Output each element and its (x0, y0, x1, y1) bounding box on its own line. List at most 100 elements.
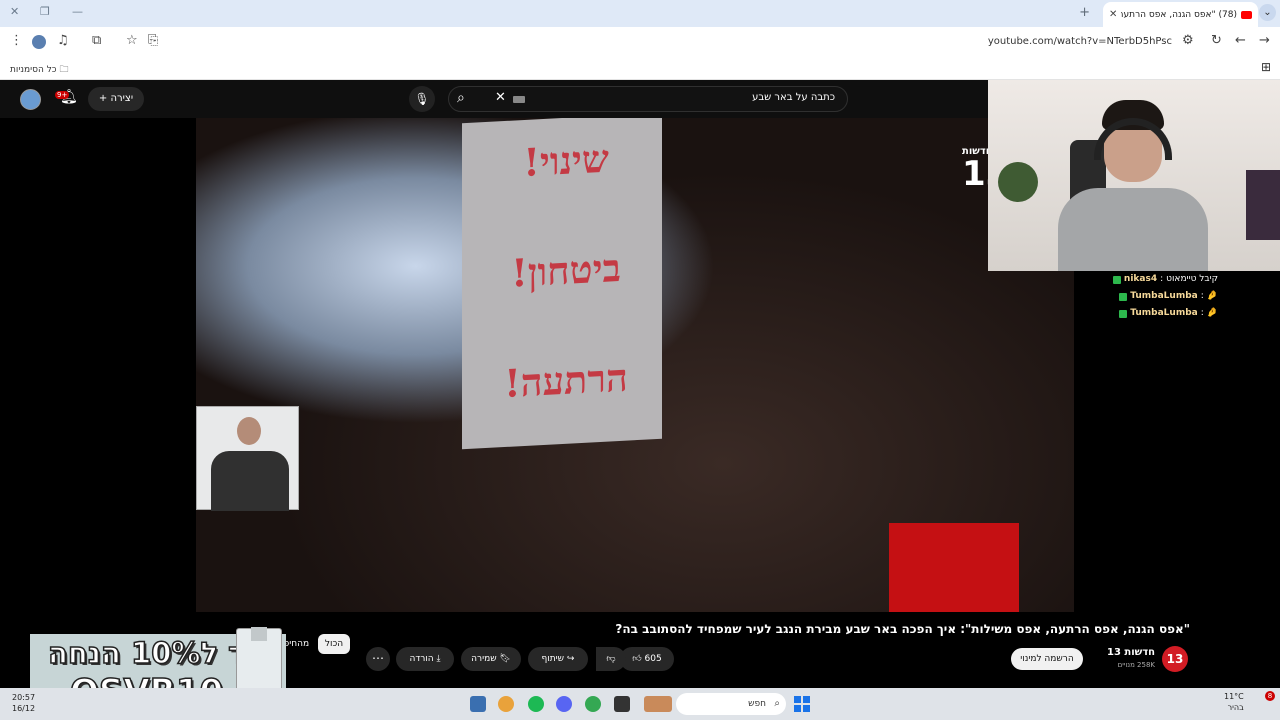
video-player[interactable]: שינוי! ביטחון! הרתעה! (196, 118, 1074, 612)
search-icon[interactable]: ⌕ (457, 90, 465, 106)
stream-chat: קיבל טיימאוט : nikas4 🤌 : TumbaLumba 🤌 :… (1018, 271, 1218, 322)
profile-avatar-icon[interactable] (32, 35, 46, 49)
chat-badge-icon (1119, 292, 1128, 301)
interpreter-body (211, 451, 289, 511)
tab-title: (78) "אפס הגנה, אפס הרתעה (1121, 9, 1237, 20)
chat-user: TumbaLumba (1130, 308, 1198, 318)
browser-tab-bar: ✕ ❐ — + (78) "אפס הגנה, אפס הרתעה ✕ ⌄ (0, 0, 1280, 27)
address-bar-row: ⋮ ♫ ⧉ ☆ ⎘ youtube.com/watch?v=NTerbD5hPs… (0, 27, 1280, 57)
channel-name[interactable]: חדשות 13 (1095, 647, 1155, 658)
streamer-hoodie (1058, 188, 1208, 271)
interpreter-head (237, 417, 261, 445)
windows-taskbar: 20:57 16/12 ⌕ חפש 11°C בהיר 8 (0, 688, 1280, 720)
chat-user: nikas4 (1123, 274, 1158, 284)
save-label: שמירה (471, 654, 497, 664)
create-label: יצירה (110, 93, 134, 104)
chat-user: TumbaLumba (1130, 291, 1198, 301)
like-button[interactable]: 605 👍︎ (620, 647, 674, 671)
folder-icon: 🗀 (59, 65, 69, 75)
chip-all[interactable]: הכול (318, 634, 350, 654)
site-settings-icon[interactable]: ⚙ (1182, 33, 1194, 48)
browser-menu-icon[interactable]: ⋮ (10, 33, 23, 48)
chat-separator: : (1160, 274, 1164, 284)
browser-tab[interactable]: (78) "אפס הגנה, אפס הרתעה ✕ (1103, 2, 1258, 27)
url-field[interactable]: youtube.com/watch?v=NTerbD5hPsc (170, 30, 1200, 54)
forward-icon[interactable]: → (1259, 33, 1270, 48)
watermark-number: 13 (962, 154, 1010, 194)
thumbs-down-icon: 👎︎ (606, 654, 616, 664)
share-icon: ↪ (566, 654, 575, 664)
sign-text-1: שינוי! (523, 135, 609, 186)
subscriber-count: 258K מנויים (1117, 661, 1155, 669)
clear-search-icon[interactable]: ✕ (495, 90, 506, 105)
bookmark-icon: 🔖︎ (499, 654, 511, 664)
chat-text: 🤌 (1206, 291, 1218, 301)
window-minimize-icon[interactable]: — (72, 5, 83, 18)
chat-message: 🤌 : TumbaLumba (1018, 288, 1218, 305)
share-button[interactable]: ↪ שיתוף (528, 647, 588, 671)
new-tab-button[interactable]: + (1079, 5, 1090, 20)
app-icon[interactable] (498, 696, 514, 712)
search-icon: ⌕ (774, 698, 780, 709)
all-bookmarks-link[interactable]: כל הסימניות 🗀 (10, 62, 68, 78)
download-icon: ⤓ (436, 654, 441, 664)
taskbar-search[interactable]: ⌕ חפש (676, 693, 786, 715)
apps-grid-icon[interactable]: ⊞ (1261, 60, 1271, 74)
window-close-icon[interactable]: ✕ (10, 5, 19, 18)
sign-text-3: הרתעה! (504, 354, 628, 407)
back-icon[interactable]: ← (1235, 33, 1246, 48)
subscribe-button[interactable]: הרשמה למינוי (1011, 648, 1083, 670)
tab-search-icon[interactable]: ⌄ (1259, 4, 1276, 21)
clock-time: 20:57 (12, 693, 36, 702)
bookmarks-bar: כל הסימניות 🗀 ⊞ (0, 57, 1280, 80)
window-restore-icon[interactable]: ❐ (40, 5, 50, 18)
pinned-app-icon[interactable] (644, 696, 672, 712)
clock-date: 16/12 (12, 704, 36, 713)
account-avatar[interactable] (20, 89, 41, 110)
search-query: כתבה על באר שבע (752, 92, 835, 103)
sign-language-interpreter (196, 406, 299, 511)
media-control-icon[interactable]: ♫ (57, 33, 69, 48)
all-bookmarks-label: כל הסימניות (10, 65, 57, 75)
webcam-plant (998, 162, 1038, 202)
spotify-icon[interactable] (528, 696, 544, 712)
thumbs-up-icon: 👍︎ (632, 654, 642, 664)
tab-close-icon[interactable]: ✕ (1109, 9, 1117, 20)
notification-badge[interactable]: 8 (1265, 691, 1275, 701)
create-button[interactable]: + יצירה (88, 87, 144, 111)
chat-text: 🤌 (1206, 308, 1218, 318)
taskbar-clock[interactable]: 20:57 16/12 (12, 692, 35, 714)
weather-desc: בהיר (1227, 703, 1244, 712)
more-actions-button[interactable]: ⋯ (366, 647, 390, 671)
bookmark-star-icon[interactable]: ☆ (126, 33, 138, 48)
keyboard-icon[interactable] (513, 96, 525, 103)
terminal-icon[interactable] (614, 696, 630, 712)
taskbar-search-label: חפש (748, 699, 766, 709)
youtube-header: 🔔︎ 9+ + יצירה 🎙︎ ⌕ ✕ כתבה על באר שבע (0, 80, 988, 118)
extensions-icon[interactable]: ⧉ (92, 33, 101, 48)
search-input[interactable]: ⌕ ✕ כתבה על באר שבע (448, 86, 848, 112)
notifications-badge: 9+ (55, 91, 70, 99)
dislike-button[interactable]: 👎︎ (596, 647, 626, 671)
weather-widget[interactable]: 11°C בהיר (1224, 691, 1244, 713)
voice-search-icon[interactable]: 🎙︎ (409, 86, 435, 112)
save-button[interactable]: 🔖︎ שמירה (461, 647, 521, 671)
chat-separator: : (1200, 308, 1204, 318)
reload-icon[interactable]: ↻ (1211, 33, 1222, 48)
download-button[interactable]: ⤓ הורדה (396, 647, 454, 671)
streamer (1058, 100, 1208, 271)
discord-icon[interactable] (556, 696, 572, 712)
streamer-webcam (988, 80, 1280, 271)
youtube-favicon-icon (1241, 10, 1252, 19)
chrome-icon[interactable] (585, 696, 601, 712)
install-app-icon[interactable]: ⎘ (148, 33, 158, 48)
chat-separator: : (1200, 291, 1204, 301)
channel-watermark-logo: חדשות 13 (962, 146, 1010, 198)
chat-message: קיבל טיימאוט : nikas4 (1018, 271, 1218, 288)
start-windows-icon[interactable] (794, 696, 810, 712)
chat-badge-icon (1112, 275, 1121, 284)
channel-avatar[interactable]: 13 (1162, 646, 1188, 672)
video-red-overlay (889, 523, 1019, 612)
sign-text-2: ביטחון! (511, 244, 621, 296)
calculator-icon[interactable] (470, 696, 486, 712)
